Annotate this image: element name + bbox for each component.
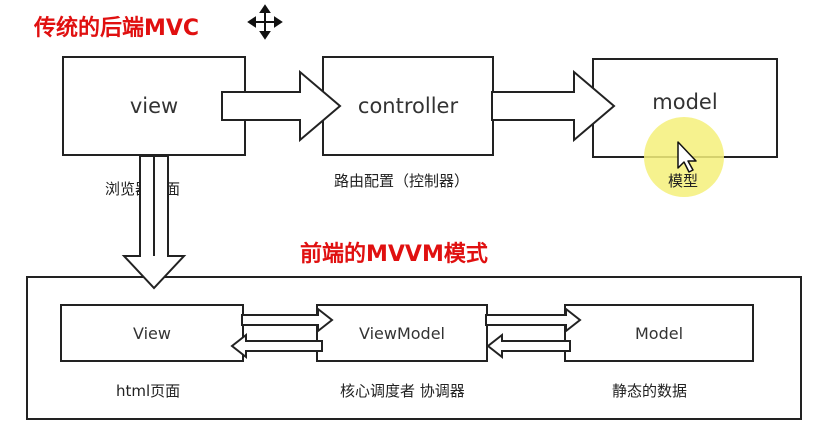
mvvm-model-caption: 静态的数据 <box>612 382 688 400</box>
mvvm-viewmodel-label: ViewModel <box>358 323 445 343</box>
mvc-controller-label: controller <box>357 94 459 118</box>
mvc-controller-box: controller <box>322 56 494 156</box>
mvvm-view-box: View <box>60 304 244 362</box>
mvvm-viewmodel-box: ViewModel <box>316 304 488 362</box>
arrow-down-to-mvvm <box>121 155 187 290</box>
mvvm-viewmodel-caption: 核心调度者 协调器 <box>340 382 465 400</box>
mvc-title: 传统的后端MVC <box>34 16 200 41</box>
mvc-controller-caption: 路由配置（控制器） <box>334 172 470 190</box>
move-cursor-icon <box>247 4 283 40</box>
mvc-view-caption: 浏览器页面 <box>105 180 181 198</box>
mvvm-model-label: Model <box>634 323 684 343</box>
mvc-view-box: view <box>62 56 246 156</box>
mvc-view-label: view <box>129 94 179 118</box>
mvvm-view-label: View <box>133 323 171 343</box>
mvvm-model-box: Model <box>564 304 754 362</box>
mvvm-title: 前端的MVVM模式 <box>300 242 488 267</box>
mvvm-view-caption: html页面 <box>116 382 181 400</box>
mvc-model-label: model <box>652 90 718 114</box>
mvc-model-caption: 模型 <box>668 172 699 190</box>
